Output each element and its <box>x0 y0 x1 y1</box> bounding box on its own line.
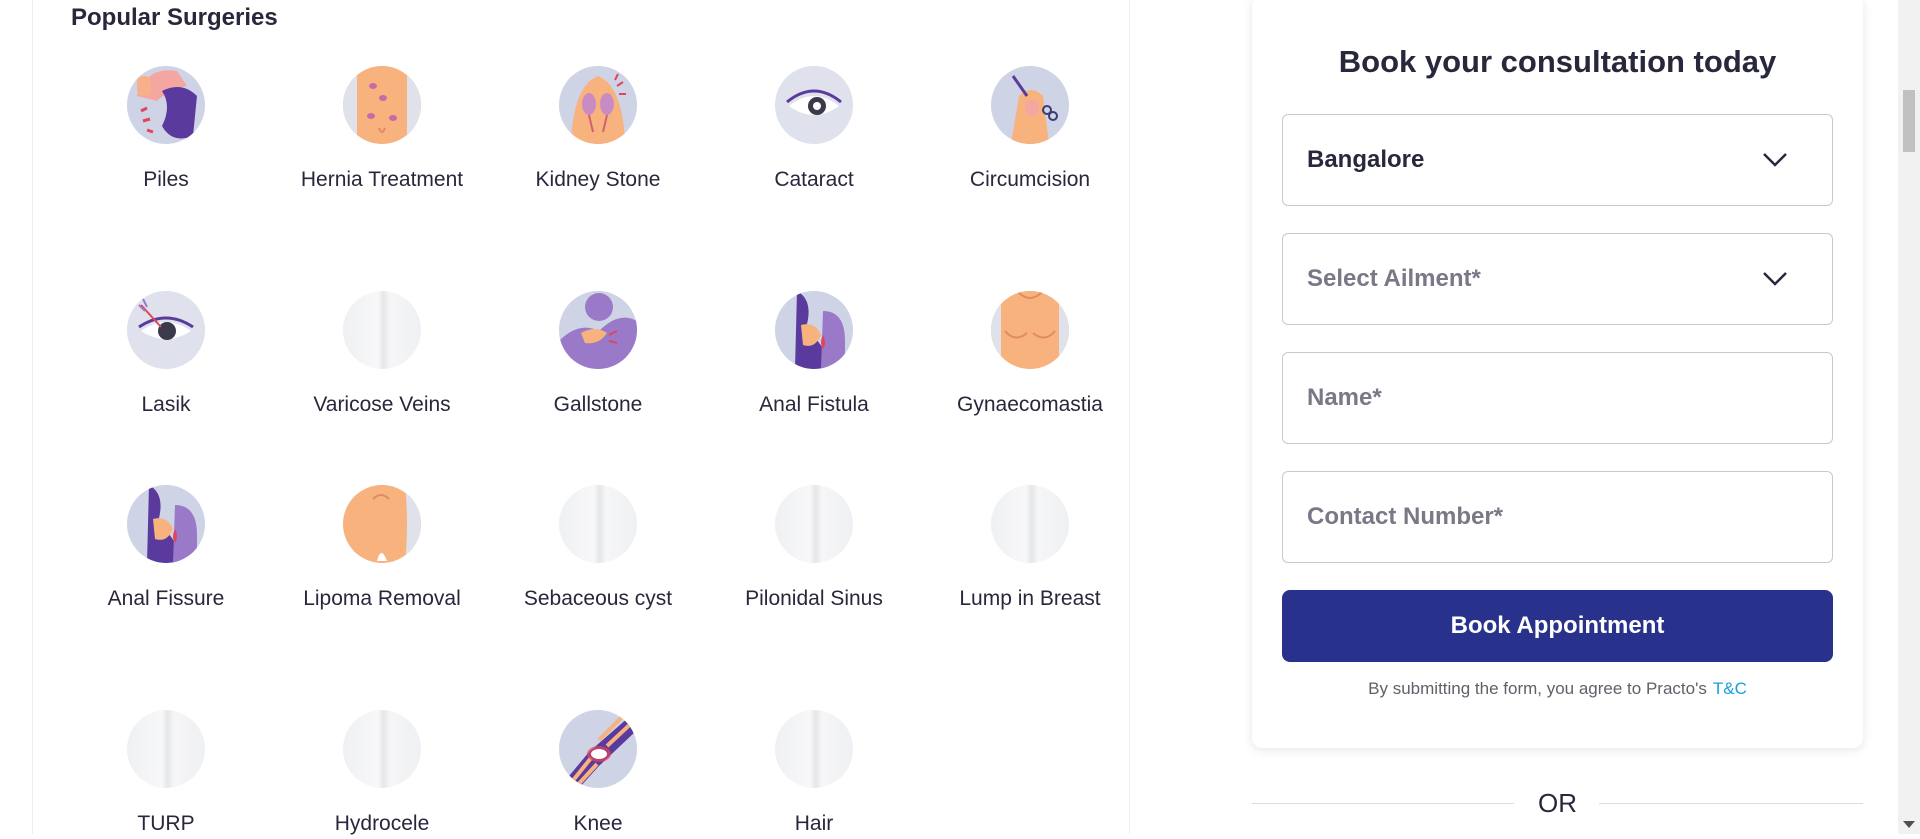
terms-notice: By submitting the form, you agree to Pra… <box>1252 679 1863 699</box>
terms-text: By submitting the form, you agree to Pra… <box>1368 679 1707 698</box>
surgery-label: TURP <box>137 812 195 835</box>
ailment-placeholder: Select Ailment* <box>1307 265 1481 292</box>
surgery-label: Sebaceous cyst <box>523 587 673 610</box>
name-placeholder: Name* <box>1307 384 1382 411</box>
divider-line-right <box>1599 803 1863 804</box>
anal-fistula-icon <box>775 291 853 369</box>
surgery-tile-piles[interactable]: Piles <box>81 66 251 195</box>
surgery-label: Knee <box>573 812 623 835</box>
surgery-label: Cataract <box>774 168 854 191</box>
hernia-icon <box>343 66 421 144</box>
placeholder-icon <box>127 710 205 788</box>
surgery-label: Circumcision <box>969 168 1091 191</box>
surgery-tile-anal-fistula[interactable]: Anal Fistula <box>729 291 899 420</box>
surgery-label: Anal Fistula <box>759 393 869 416</box>
surgery-tile-hair[interactable]: Hair <box>729 710 899 839</box>
surgery-label: Anal Fissure <box>107 587 225 610</box>
surgery-label: Hair <box>794 812 834 835</box>
circumcision-icon <box>991 66 1069 144</box>
contact-number-input[interactable]: Contact Number* <box>1282 471 1833 563</box>
gynaecomastia-icon <box>991 291 1069 369</box>
placeholder-icon <box>775 485 853 563</box>
or-divider: OR <box>1252 788 1863 818</box>
surgery-tile-lasik[interactable]: Lasik <box>81 291 251 420</box>
surgery-tile-knee[interactable]: Knee <box>513 710 683 839</box>
lasik-icon <box>127 291 205 369</box>
city-value: Bangalore <box>1307 146 1425 173</box>
placeholder-icon <box>343 710 421 788</box>
surgery-tile-sebaceous-cyst[interactable]: Sebaceous cyst <box>513 485 683 614</box>
surgeries-grid: Piles Hernia Treatment Kidney Stone Cata… <box>33 0 1131 835</box>
scroll-thumb[interactable] <box>1903 90 1915 152</box>
city-select[interactable]: Bangalore <box>1282 114 1833 206</box>
surgery-tile-gynaecomastia[interactable]: Gynaecomastia <box>945 291 1115 420</box>
surgery-label: Gynaecomastia <box>957 393 1103 416</box>
surgery-tile-kidney-stone[interactable]: Kidney Stone <box>513 66 683 195</box>
surgery-tile-pilonidal-sinus[interactable]: Pilonidal Sinus <box>729 485 899 614</box>
surgery-label: Hernia Treatment <box>300 168 464 191</box>
surgery-label: Varicose Veins <box>313 393 451 416</box>
chevron-down-icon <box>1763 153 1787 167</box>
lipoma-icon <box>343 485 421 563</box>
piles-icon <box>127 66 205 144</box>
surgery-label: Lasik <box>141 393 191 416</box>
kidney-stone-icon <box>559 66 637 144</box>
name-input[interactable]: Name* <box>1282 352 1833 444</box>
booking-form-card: Book your consultation today Bangalore S… <box>1252 0 1863 748</box>
surgery-tile-anal-fissure[interactable]: Anal Fissure <box>81 485 251 614</box>
page-scrollbar[interactable] <box>1898 0 1920 834</box>
surgery-tile-varicose-veins[interactable]: Varicose Veins <box>297 291 467 420</box>
surgery-tile-cataract[interactable]: Cataract <box>729 66 899 195</box>
chevron-down-icon <box>1763 272 1787 286</box>
terms-link[interactable]: T&C <box>1713 679 1747 698</box>
placeholder-icon <box>991 485 1069 563</box>
surgery-tile-lipoma-removal[interactable]: Lipoma Removal <box>297 485 467 614</box>
scroll-down-arrow-icon[interactable] <box>1903 821 1915 828</box>
surgery-label: Piles <box>143 168 189 191</box>
surgery-tile-hernia[interactable]: Hernia Treatment <box>297 66 467 195</box>
ailment-select[interactable]: Select Ailment* <box>1282 233 1833 325</box>
anal-fissure-icon <box>127 485 205 563</box>
surgery-tile-circumcision[interactable]: Circumcision <box>945 66 1115 195</box>
surgery-label: Hydrocele <box>334 812 430 835</box>
surgery-tile-lump-in-breast[interactable]: Lump in Breast <box>945 485 1115 614</box>
surgery-label: Gallstone <box>553 393 643 416</box>
cataract-icon <box>775 66 853 144</box>
gallstone-icon <box>559 291 637 369</box>
knee-icon <box>559 710 637 788</box>
book-appointment-button[interactable]: Book Appointment <box>1282 590 1833 662</box>
booking-title: Book your consultation today <box>1338 44 1777 79</box>
surgery-tile-gallstone[interactable]: Gallstone <box>513 291 683 420</box>
placeholder-icon <box>775 710 853 788</box>
surgery-label: Kidney Stone <box>535 168 661 191</box>
surgery-label: Lump in Breast <box>959 587 1101 610</box>
surgery-label: Pilonidal Sinus <box>745 587 883 610</box>
contact-placeholder: Contact Number* <box>1307 503 1504 530</box>
surgery-tile-hydrocele[interactable]: Hydrocele <box>297 710 467 839</box>
placeholder-icon <box>559 485 637 563</box>
surgery-tile-turp[interactable]: TURP <box>81 710 251 839</box>
surgery-label: Lipoma Removal <box>303 587 461 610</box>
popular-surgeries-panel: Popular Surgeries Piles Hernia Treatment… <box>32 0 1131 835</box>
placeholder-icon <box>343 291 421 369</box>
